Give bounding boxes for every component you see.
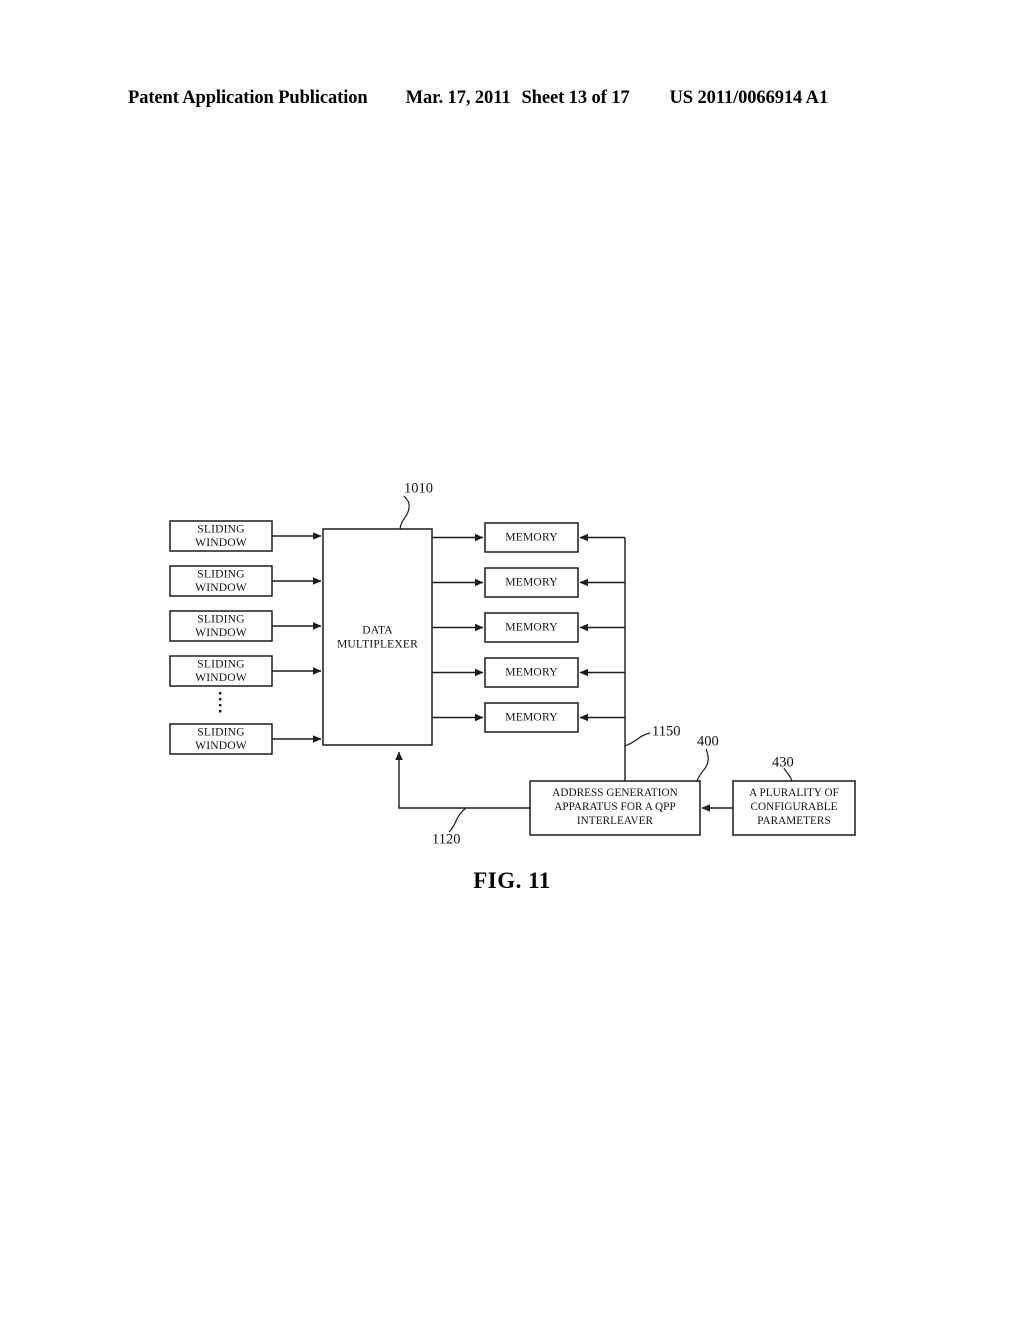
- mux-to-memory-connectors: [432, 533, 484, 722]
- sliding-window-label-3-line1: SLIDING: [197, 613, 245, 626]
- ref-numeral-1120: 1120: [432, 831, 460, 847]
- address-generation-label-line1: ADDRESS GENERATION: [552, 787, 678, 799]
- diagram-canvas: SLIDING WINDOW SLIDING WINDOW SLIDING WI…: [169, 480, 856, 847]
- configurable-parameters-box[interactable]: A PLURALITY OF CONFIGURABLE PARAMETERS: [732, 780, 856, 836]
- ref-numeral-1150: 1150: [652, 723, 680, 739]
- memory-label-1: MEMORY: [505, 531, 558, 544]
- data-multiplexer-label-line1: DATA: [362, 624, 393, 637]
- address-generation-box[interactable]: ADDRESS GENERATION APPARATUS FOR A QPP I…: [529, 780, 701, 836]
- configurable-parameters-label-line3: PARAMETERS: [757, 815, 830, 827]
- ref-numeral-1010: 1010: [404, 480, 433, 496]
- sliding-window-label-4-line2: WINDOW: [195, 671, 247, 684]
- sliding-window-box-3[interactable]: SLIDING WINDOW: [169, 610, 273, 642]
- address-generation-label-line2: APPARATUS FOR A QPP: [554, 801, 675, 813]
- sliding-window-label-3-line2: WINDOW: [195, 626, 247, 639]
- ref-1120-leader: 1120: [432, 807, 467, 847]
- ref-430-leader: 430: [772, 754, 794, 782]
- sliding-window-box-4[interactable]: SLIDING WINDOW: [169, 655, 273, 687]
- sliding-window-label-1-line1: SLIDING: [197, 523, 245, 536]
- patent-page: Patent Application Publication Mar. 17, …: [0, 0, 1024, 1320]
- ref-1150-leader: 1150: [624, 723, 680, 747]
- data-multiplexer-box[interactable]: DATA MULTIPLEXER: [322, 528, 433, 746]
- figure-caption: FIG. 11: [473, 868, 551, 893]
- memory-address-bus: [579, 533, 626, 782]
- control-feedback-path: [395, 751, 530, 809]
- sliding-window-box-2[interactable]: SLIDING WINDOW: [169, 565, 273, 597]
- figure-11-diagram: SLIDING WINDOW SLIDING WINDOW SLIDING WI…: [0, 0, 1024, 1320]
- memory-box-2[interactable]: MEMORY: [484, 567, 579, 598]
- memory-box-1[interactable]: MEMORY: [484, 522, 579, 553]
- memory-label-4: MEMORY: [505, 666, 558, 679]
- memory-label-2: MEMORY: [505, 576, 558, 589]
- address-generation-label-line3: INTERLEAVER: [577, 815, 654, 827]
- sliding-window-label-1-line2: WINDOW: [195, 536, 247, 549]
- sliding-window-box-5[interactable]: SLIDING WINDOW: [169, 723, 273, 755]
- vertical-ellipsis-icon: [219, 692, 222, 713]
- sliding-window-label-5-line1: SLIDING: [197, 726, 245, 739]
- ref-1010-leader: 1010: [399, 480, 433, 530]
- ref-numeral-400: 400: [697, 733, 719, 749]
- sliding-window-label-4-line1: SLIDING: [197, 658, 245, 671]
- sliding-window-label-2-line1: SLIDING: [197, 568, 245, 581]
- sliding-window-box-1[interactable]: SLIDING WINDOW: [169, 520, 273, 552]
- sliding-window-to-mux-connectors: [272, 532, 322, 743]
- configurable-parameters-label-line1: A PLURALITY OF: [749, 787, 839, 799]
- ref-400-leader: 400: [696, 733, 719, 782]
- data-multiplexer-label-line2: MULTIPLEXER: [337, 638, 418, 651]
- memory-label-5: MEMORY: [505, 711, 558, 724]
- configurable-parameters-label-line2: CONFIGURABLE: [751, 801, 838, 813]
- memory-box-4[interactable]: MEMORY: [484, 657, 579, 688]
- sliding-window-label-2-line2: WINDOW: [195, 581, 247, 594]
- ref-numeral-430: 430: [772, 754, 794, 770]
- sliding-window-label-5-line2: WINDOW: [195, 739, 247, 752]
- memory-group: MEMORY MEMORY MEMORY MEMORY MEMORY: [484, 522, 579, 733]
- memory-label-3: MEMORY: [505, 621, 558, 634]
- memory-box-5[interactable]: MEMORY: [484, 702, 579, 733]
- memory-box-3[interactable]: MEMORY: [484, 612, 579, 643]
- sliding-window-group: SLIDING WINDOW SLIDING WINDOW SLIDING WI…: [169, 520, 273, 755]
